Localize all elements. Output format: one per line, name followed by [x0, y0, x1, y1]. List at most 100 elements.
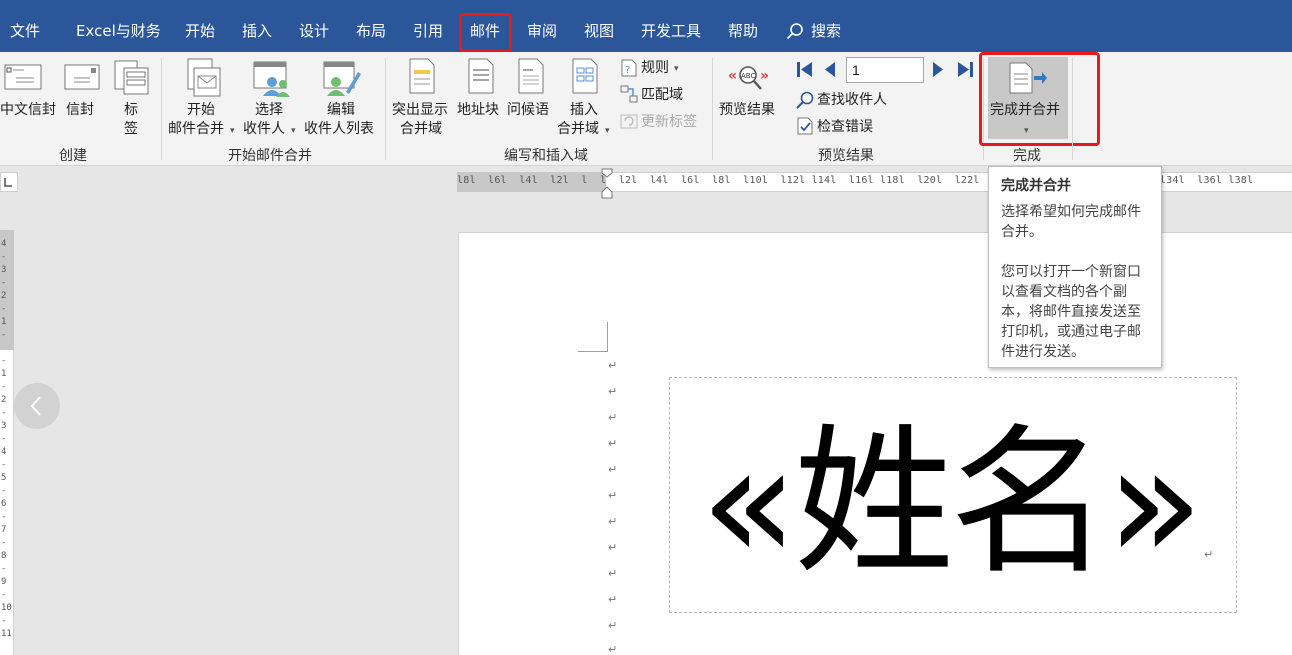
select-recipients-line2[interactable]: 收件人	[243, 120, 285, 138]
chevron-down-icon[interactable]: ▾	[605, 122, 610, 140]
group-label-preview: 预览结果	[818, 148, 874, 164]
start-mail-merge-icon	[187, 58, 221, 97]
chinese-envelope-icon	[4, 64, 42, 90]
start-mail-merge-line2[interactable]: 邮件合并	[168, 120, 224, 138]
start-mail-merge-line1[interactable]: 开始	[187, 101, 215, 119]
tab-excel[interactable]: Excel与财务	[76, 22, 161, 40]
tooltip-line: 打印机，或通过电子邮	[1001, 324, 1141, 340]
match-fields-button[interactable]: 匹配域	[641, 86, 683, 104]
insert-merge-field-icon	[572, 58, 598, 94]
check-errors-icon	[797, 117, 813, 135]
group-label-finish: 完成	[1013, 148, 1041, 164]
envelope-button[interactable]: 信封	[66, 101, 94, 119]
group-label-write-insert: 编写和插入域	[504, 148, 588, 164]
mailings-highlight-box	[459, 13, 512, 53]
address-block-button[interactable]: 地址块	[457, 101, 499, 119]
paragraph-mark: ↵	[608, 643, 618, 655]
check-errors-button[interactable]: 检查错误	[817, 118, 873, 136]
search-icon[interactable]	[786, 22, 804, 40]
vertical-ruler-ticks: 4 - 3 - 2 - 1 - - 1 - 2 - 3 - 4 - 5 - 6 …	[1, 239, 12, 639]
chevron-left-icon	[30, 396, 41, 416]
group-label-start-merge: 开始邮件合并	[228, 148, 312, 164]
paragraph-mark: ↵	[608, 463, 618, 476]
chevron-down-icon[interactable]: ▾	[230, 122, 235, 140]
first-record-icon[interactable]	[796, 61, 813, 78]
group-separator	[1072, 58, 1073, 160]
edit-recipient-list-line1[interactable]: 编辑	[327, 101, 355, 119]
rules-button[interactable]: 规则	[641, 59, 669, 77]
labels-button-line2[interactable]: 签	[124, 120, 138, 138]
tab-file[interactable]: 文件	[10, 22, 40, 40]
paragraph-mark: ↵	[608, 489, 618, 502]
select-recipients-line1[interactable]: 选择	[255, 101, 283, 119]
select-recipients-icon	[253, 61, 290, 97]
envelope-icon	[64, 64, 100, 90]
insert-merge-field-line2[interactable]: 合并域	[557, 120, 599, 138]
find-recipient-icon	[796, 91, 814, 109]
greeting-line-button[interactable]: 问候语	[507, 101, 549, 119]
tooltip-line: 以查看文档的各个副	[1001, 284, 1127, 300]
word-window: 文件 Excel与财务 开始 插入 设计 布局 引用 邮件 审阅 视图 开发工具…	[0, 0, 1292, 655]
finish-merge-highlight-box	[979, 52, 1100, 146]
tab-layout[interactable]: 布局	[356, 22, 386, 40]
paragraph-mark: ↵	[1204, 548, 1214, 561]
tab-stop-selector[interactable]	[0, 172, 18, 192]
ribbon-tab-bar: 文件 Excel与财务 开始 插入 设计 布局 引用 邮件 审阅 视图 开发工具…	[0, 0, 1292, 53]
margin-corner-mark	[578, 322, 608, 352]
tooltip-line: 本，将邮件直接发送至	[1001, 304, 1141, 320]
next-record-icon[interactable]	[932, 61, 945, 78]
tab-design[interactable]: 设计	[299, 22, 329, 40]
paragraph-mark: ↵	[608, 359, 618, 372]
svg-text:ABC: ABC	[741, 72, 755, 80]
insert-merge-field-line1[interactable]: 插入	[570, 101, 598, 119]
edit-recipient-list-icon	[323, 61, 361, 96]
rules-icon: ?	[621, 59, 637, 77]
tab-help[interactable]: 帮助	[728, 22, 758, 40]
edit-recipient-list-line2[interactable]: 收件人列表	[304, 120, 374, 138]
chevron-down-icon[interactable]: ▾	[291, 122, 296, 140]
group-separator	[161, 58, 162, 160]
tab-home[interactable]: 开始	[185, 22, 215, 40]
record-number-input[interactable]	[846, 57, 924, 83]
tooltip-line: 选择希望如何完成邮件	[1001, 204, 1141, 220]
paragraph-mark: ↵	[608, 385, 618, 398]
tab-search[interactable]: 搜索	[811, 22, 841, 40]
indent-marker-icon[interactable]	[600, 168, 614, 200]
svg-text:«: «	[728, 68, 737, 84]
tab-insert[interactable]: 插入	[242, 22, 272, 40]
address-block-icon	[468, 58, 494, 94]
highlight-merge-fields-line2[interactable]: 合并域	[400, 120, 442, 138]
tab-view[interactable]: 视图	[584, 22, 614, 40]
tab-review[interactable]: 审阅	[527, 22, 557, 40]
preview-results-icon: « » ABC	[728, 66, 769, 90]
merge-field-name[interactable]: «姓名»	[700, 408, 1204, 598]
highlight-merge-fields-line1[interactable]: 突出显示	[392, 101, 448, 119]
chevron-down-icon[interactable]: ▾	[674, 60, 679, 78]
tooltip-line: 合并。	[1001, 224, 1043, 240]
tooltip-line: 您可以打开一个新窗口	[1001, 264, 1141, 280]
update-labels-button[interactable]: 更新标签	[641, 113, 697, 131]
tooltip-title: 完成并合并	[1001, 178, 1071, 194]
highlight-merge-fields-icon	[409, 58, 435, 94]
group-separator	[712, 58, 713, 160]
labels-icon	[114, 60, 149, 95]
paragraph-mark: ↵	[608, 541, 618, 554]
group-label-create: 创建	[59, 148, 87, 164]
tooltip-line: 件进行发送。	[1001, 344, 1085, 360]
tab-references[interactable]: 引用	[413, 22, 443, 40]
chinese-envelope-button[interactable]: 中文信封	[0, 101, 56, 119]
previous-record-icon[interactable]	[823, 61, 836, 78]
paragraph-mark: ↵	[608, 411, 618, 424]
ribbon: 中文信封 信封 标 签 创建 开始 邮件合并 ▾ 选择 收件人 ▾ 编辑 收件人…	[0, 52, 1292, 166]
tab-developer[interactable]: 开发工具	[641, 22, 701, 40]
group-separator	[385, 58, 386, 160]
update-labels-icon	[620, 114, 638, 129]
svg-text:»: »	[760, 68, 769, 84]
previous-page-button[interactable]	[14, 383, 60, 429]
last-record-icon[interactable]	[957, 61, 974, 78]
preview-results-button[interactable]: 预览结果	[719, 101, 775, 119]
paragraph-mark: ↵	[608, 515, 618, 528]
find-recipient-button[interactable]: 查找收件人	[817, 91, 887, 109]
labels-button-line1[interactable]: 标	[124, 101, 138, 119]
paragraph-mark: ↵	[608, 437, 618, 450]
